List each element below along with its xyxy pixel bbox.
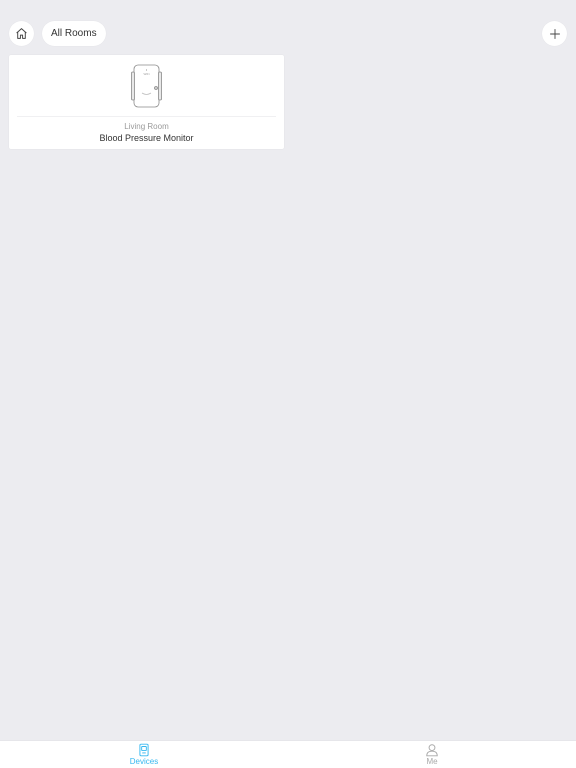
blood-pressure-monitor-image: WiFi [131,64,162,108]
add-device-button[interactable] [542,21,567,46]
devices-icon [139,743,149,757]
person-icon [426,744,438,757]
device-name: Blood Pressure Monitor [99,133,194,143]
tab-me-label: Me [426,757,438,766]
tab-bar: Devices Me [0,740,576,768]
tab-devices[interactable]: Devices [114,743,174,767]
home-button[interactable] [9,21,34,46]
svg-text:WiFi: WiFi [144,72,150,76]
home-icon [16,28,27,39]
device-card[interactable]: WiFi Living Room Blood Pressure Monitor [9,55,284,149]
plus-icon [549,28,560,39]
room-filter-button[interactable]: All Rooms [42,21,106,46]
tab-me[interactable]: Me [402,743,462,767]
room-filter-label: All Rooms [51,28,97,39]
device-room: Living Room [124,122,169,131]
tab-devices-label: Devices [129,757,159,766]
card-divider [17,116,276,117]
